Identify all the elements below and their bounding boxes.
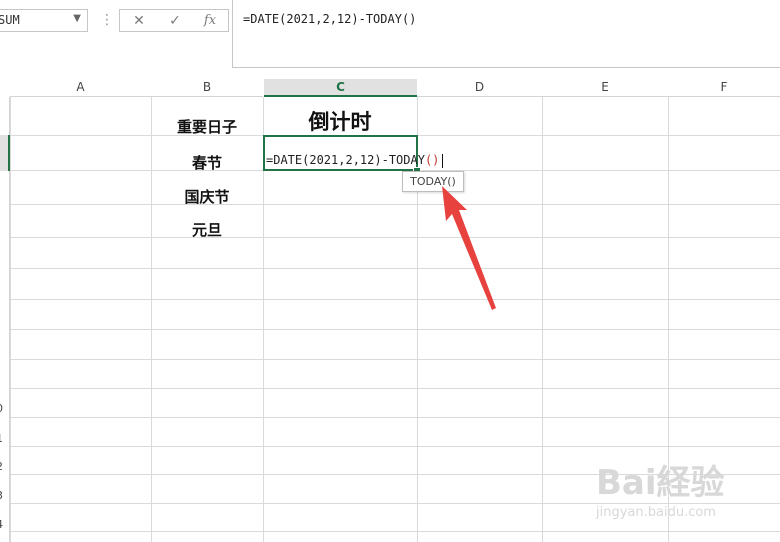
watermark-logo: Bai経验 <box>596 463 725 503</box>
watermark-url: jingyan.baidu.com <box>596 505 716 520</box>
arrow-icon <box>442 186 496 310</box>
baidu-watermark: Bai経验 jingyan.baidu.com <box>596 455 776 525</box>
